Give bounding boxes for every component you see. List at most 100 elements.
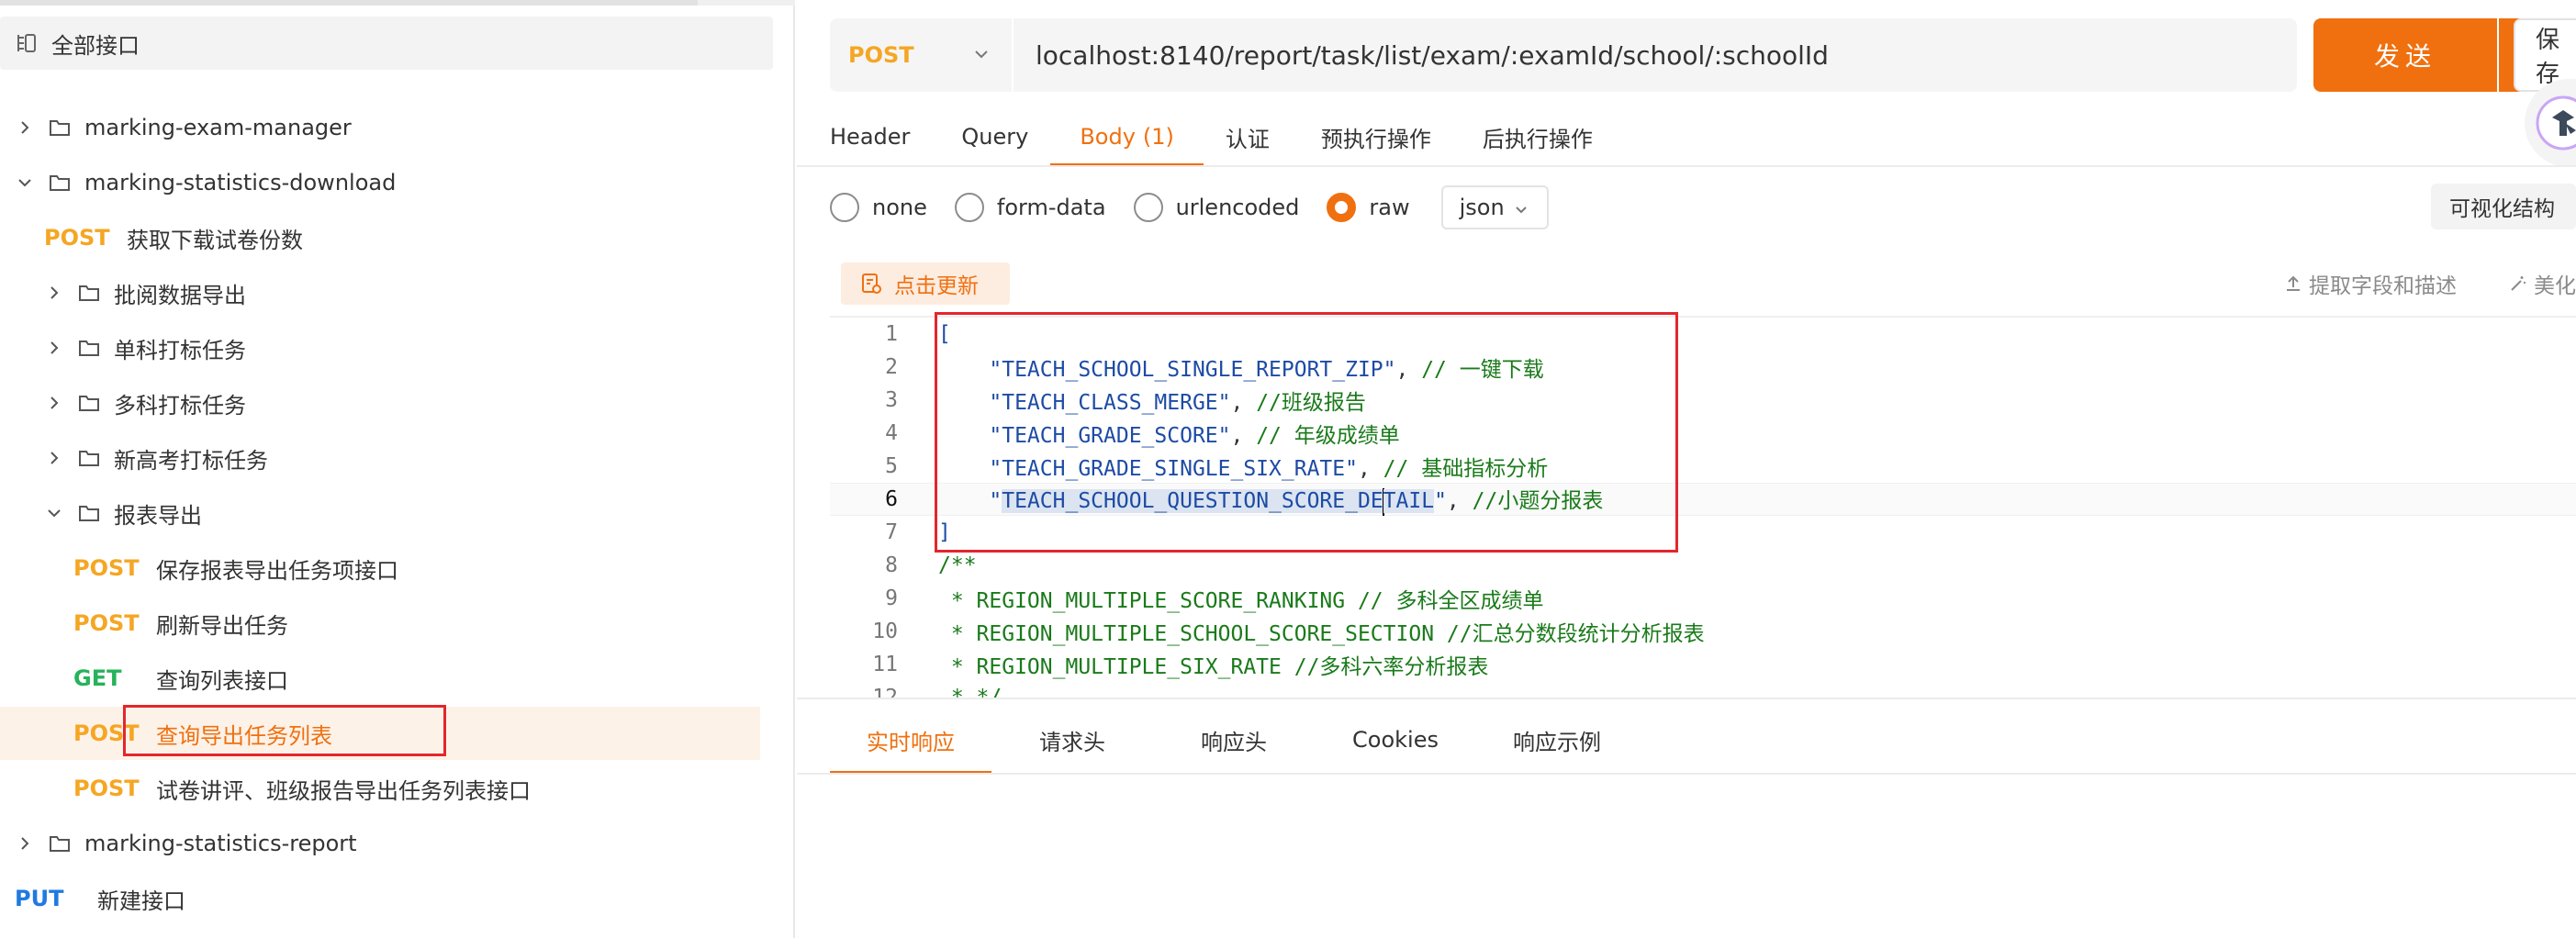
tree-api-paper-review-export-list[interactable]: POST 试卷讲评、班级报告导出任务列表接口 — [0, 762, 760, 815]
code-comment: * REGION_MULTIPLE_SIX_RATE //多科六率分析报表 — [938, 655, 1489, 679]
chevron-right-icon[interactable] — [42, 336, 66, 360]
refresh-button[interactable]: 点击更新 — [841, 262, 1010, 305]
url-value: localhost:8140/report/task/list/exam/:ex… — [1036, 39, 1829, 71]
folder-icon — [77, 501, 101, 525]
line-number: 9 — [885, 586, 898, 610]
tab-label: 认证 — [1225, 126, 1270, 152]
code-string: "TEACH_CLASS_MERGE" — [938, 391, 1231, 415]
request-editor-panel: POST localhost:8140/report/task/list/exa… — [797, 0, 2576, 938]
tree-folder-marking-statistics-download[interactable]: marking-statistics-download — [0, 156, 760, 209]
magic-wand-icon — [2508, 274, 2528, 294]
radio-raw[interactable]: raw — [1327, 193, 1410, 222]
tree-item-label: 查询列表接口 — [156, 667, 288, 694]
tab-auth[interactable]: 认证 — [1226, 106, 1270, 167]
tab-label: Body — [1080, 124, 1136, 150]
folder-icon — [77, 336, 101, 360]
radio-circle[interactable] — [1133, 193, 1163, 222]
chevron-down-icon[interactable] — [42, 501, 66, 525]
code-editor[interactable]: 1 [ 2 "TEACH_SCHOOL_SINGLE_REPORT_ZIP", … — [830, 318, 2576, 698]
radio-circle[interactable] — [1327, 193, 1357, 222]
extract-fields-button[interactable]: 提取字段和描述 — [2283, 268, 2457, 299]
tab-pre-request[interactable]: 预执行操作 — [1321, 106, 1431, 167]
url-input[interactable]: localhost:8140/report/task/list/exam/:ex… — [1014, 18, 2297, 92]
code-text: "TEACH_GRADE_SCORE", // 年级成绩单 — [938, 418, 1400, 449]
tab-header[interactable]: Header — [830, 106, 910, 167]
tree-folder-new-gaokao-tasks[interactable]: 新高考打标任务 — [0, 431, 760, 485]
tab-label: Header — [830, 124, 911, 150]
code-comment: // 基础指标分析 — [1383, 457, 1549, 481]
tree-api-get-download-count[interactable]: POST 获取下载试卷份数 — [0, 211, 760, 264]
tab-response-headers[interactable]: 响应头 — [1153, 705, 1315, 775]
tree-api-refresh-export-task[interactable]: POST 刷新导出任务 — [0, 597, 760, 650]
chevron-right-icon[interactable] — [13, 116, 37, 140]
chevron-right-icon[interactable] — [42, 391, 66, 415]
raw-format-select[interactable]: json — [1440, 185, 1549, 229]
code-line: 4 "TEACH_GRADE_SCORE", // 年级成绩单 — [830, 417, 2576, 450]
method-badge: POST — [73, 776, 140, 801]
radio-circle[interactable] — [830, 193, 859, 222]
beautify-label: 美化 — [2534, 274, 2576, 298]
radio-none[interactable]: none — [830, 193, 927, 222]
chevron-right-icon[interactable] — [42, 281, 66, 305]
folder-icon — [48, 116, 72, 140]
code-punct: , — [1230, 391, 1257, 415]
send-button[interactable]: 发送 — [2313, 18, 2497, 92]
method-select[interactable]: POST — [830, 18, 1012, 92]
tree-api-save-report-task[interactable]: POST 保存报表导出任务项接口 — [0, 542, 760, 595]
tab-body[interactable]: Body (1) — [1050, 106, 1204, 167]
chevron-down-icon[interactable] — [13, 171, 37, 195]
method-badge: POST — [44, 225, 110, 251]
tree-folder-report-export[interactable]: 报表导出 — [0, 486, 760, 540]
method-badge: POST — [73, 720, 140, 746]
code-comment: * REGION_MULTIPLE_SCHOOL_SCORE_SECTION /… — [938, 622, 1705, 646]
tab-query[interactable]: Query — [961, 106, 1028, 167]
visual-structure-button[interactable]: 可视化结构 — [2431, 184, 2576, 229]
radio-urlencoded[interactable]: urlencoded — [1133, 193, 1299, 222]
sidebar-scroll-strip — [0, 0, 795, 6]
tab-label: 响应头 — [1201, 729, 1267, 755]
assistant-float-button[interactable] — [2525, 79, 2576, 167]
tree-item-label: 报表导出 — [114, 502, 202, 529]
code-text: [ — [938, 322, 951, 346]
radio-label: raw — [1369, 195, 1410, 220]
code-comment: /** — [938, 553, 977, 577]
chevron-right-icon[interactable] — [13, 832, 37, 855]
tab-post-request[interactable]: 后执行操作 — [1483, 106, 1593, 167]
code-line: 11 * REGION_MULTIPLE_SIX_RATE //多科六率分析报表 — [830, 648, 2576, 681]
tab-cookies[interactable]: Cookies — [1315, 705, 1476, 775]
code-line: 10 * REGION_MULTIPLE_SCHOOL_SCORE_SECTIO… — [830, 615, 2576, 648]
tree-api-new-api[interactable]: PUT 新建接口 — [0, 872, 760, 925]
radio-label: none — [872, 195, 927, 220]
beautify-button[interactable]: 美化 — [2508, 268, 2576, 299]
tree-folder-single-subject-tasks[interactable]: 单科打标任务 — [0, 321, 760, 374]
tab-label: 预执行操作 — [1320, 126, 1431, 152]
line-number: 12 — [872, 686, 898, 698]
tree-api-query-export-task-list[interactable]: POST 查询导出任务列表 — [0, 707, 760, 760]
code-text: "TEACH_SCHOOL_SINGLE_REPORT_ZIP", // 一键下… — [938, 352, 1543, 383]
tree-folder-marking-statistics-report[interactable]: marking-statistics-report — [0, 817, 760, 870]
api-tree-sidebar: 全部接口 marking-exam-manager marking-statis… — [0, 0, 795, 938]
method-badge: PUT — [15, 886, 64, 911]
tree-item-label: 批阅数据导出 — [114, 282, 246, 308]
tree-api-query-list[interactable]: GET 查询列表接口 — [0, 652, 760, 705]
tree-item-label: 多科打标任务 — [114, 392, 246, 419]
radio-form-data[interactable]: form-data — [954, 193, 1106, 222]
selected-text: TAIL — [1383, 489, 1435, 514]
chevron-right-icon[interactable] — [42, 446, 66, 470]
tree-item-label: marking-exam-manager — [84, 115, 352, 140]
code-string: " — [938, 489, 1002, 514]
tree-folder-review-data-export[interactable]: 批阅数据导出 — [0, 266, 760, 319]
folder-icon — [48, 171, 72, 195]
all-apis-header[interactable]: 全部接口 — [0, 17, 773, 70]
tab-response-example[interactable]: 响应示例 — [1476, 705, 1638, 775]
selected-text: TEACH_SCHOOL_QUESTION_SCORE_DE — [1002, 489, 1383, 514]
tab-request-headers[interactable]: 请求头 — [991, 705, 1153, 775]
code-line: 3 "TEACH_CLASS_MERGE", //班级报告 — [830, 384, 2576, 417]
tab-realtime-response[interactable]: 实时响应 — [830, 705, 991, 775]
code-line: 9 * REGION_MULTIPLE_SCORE_RANKING // 多科全… — [830, 582, 2576, 615]
radio-circle[interactable] — [954, 193, 984, 222]
code-comment: // 年级成绩单 — [1256, 424, 1400, 448]
line-number: 6 — [885, 487, 898, 511]
tree-folder-marking-exam-manager[interactable]: marking-exam-manager — [0, 101, 760, 154]
tree-folder-multi-subject-tasks[interactable]: 多科打标任务 — [0, 376, 760, 430]
